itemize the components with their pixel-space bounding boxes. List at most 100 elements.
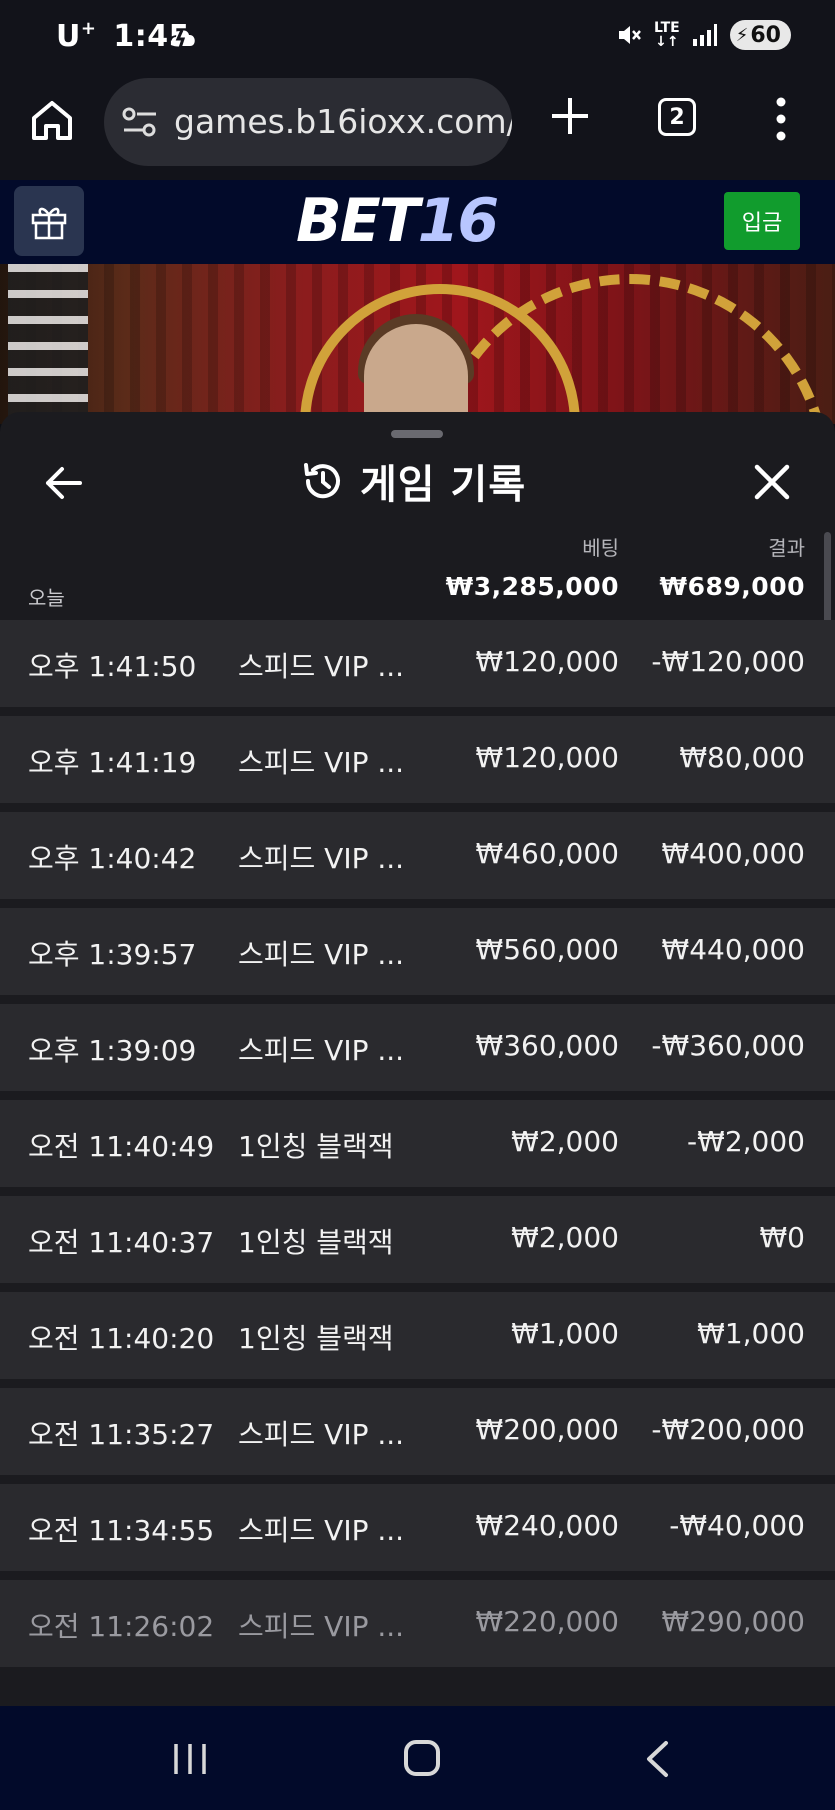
row-time: 오전 11:40:37 <box>28 1226 215 1259</box>
deposit-button[interactable]: 입금 <box>724 192 800 250</box>
carrier-sup: + <box>80 18 97 39</box>
more-vert-icon[interactable] <box>766 94 796 144</box>
row-bet: ₩220,000 <box>475 1605 619 1638</box>
sheet-title: 게임 기록 <box>360 462 527 508</box>
row-game: 스피드 VIP ... <box>238 1418 405 1451</box>
history-row[interactable]: 오후 1:41:50 스피드 VIP ... ₩120,000 -₩120,00… <box>0 620 835 707</box>
back-arrow-icon[interactable] <box>42 462 84 504</box>
charging-icon: ⚡ <box>735 24 749 46</box>
logo-part2: 16 <box>417 186 499 256</box>
row-result: -₩200,000 <box>651 1413 805 1446</box>
row-time: 오후 1:40:42 <box>28 842 197 875</box>
tab-count: 2 <box>669 104 685 130</box>
history-row[interactable]: 오전 11:40:20 1인칭 블랙잭 ₩1,000 ₩1,000 <box>0 1292 835 1379</box>
status-icons: LTE ↓↑ ⚡ 60 <box>616 20 791 50</box>
history-row[interactable]: 오전 11:40:49 1인칭 블랙잭 ₩2,000 -₩2,000 <box>0 1100 835 1187</box>
network-type: LTE ↓↑ <box>654 21 680 49</box>
row-game: 스피드 VIP ... <box>238 1034 405 1067</box>
history-row[interactable]: 오후 1:41:19 스피드 VIP ... ₩120,000 ₩80,000 <box>0 716 835 803</box>
row-time: 오후 1:41:50 <box>28 650 197 683</box>
wheel-segment-decor <box>8 264 88 424</box>
site-header: BET16 입금 <box>0 180 835 264</box>
row-time: 오후 1:41:19 <box>28 746 197 779</box>
row-bet: ₩360,000 <box>475 1029 619 1062</box>
row-bet: ₩460,000 <box>475 837 619 870</box>
row-result: ₩80,000 <box>679 741 805 774</box>
row-game: 스피드 VIP ... <box>238 650 405 683</box>
row-game: 스피드 VIP ... <box>238 1610 405 1643</box>
row-result: ₩0 <box>759 1221 806 1254</box>
history-row[interactable]: 오전 11:35:27 스피드 VIP ... ₩200,000 -₩200,0… <box>0 1388 835 1475</box>
row-bet: ₩120,000 <box>475 645 619 678</box>
site-settings-icon[interactable] <box>122 106 158 138</box>
row-bet: ₩200,000 <box>475 1413 619 1446</box>
row-time: 오전 11:40:49 <box>28 1130 215 1163</box>
row-time: 오전 11:35:27 <box>28 1418 215 1451</box>
carrier-label: U <box>56 19 81 54</box>
row-game: 스피드 VIP ... <box>238 938 405 971</box>
battery-indicator: ⚡ 60 <box>729 20 791 50</box>
row-game: 1인칭 블랙잭 <box>238 1130 394 1163</box>
close-icon[interactable] <box>752 462 792 502</box>
row-result: -₩2,000 <box>687 1125 805 1158</box>
row-game: 1인칭 블랙잭 <box>238 1226 394 1259</box>
logo-part1: BET <box>296 186 420 256</box>
site-logo[interactable]: BET16 <box>296 186 499 256</box>
result-column-header: 결과 <box>768 536 805 560</box>
status-bar: U+ 1:45 LTE ↓↑ ⚡ 60 <box>0 0 835 72</box>
row-result: ₩440,000 <box>661 933 805 966</box>
history-icon <box>304 463 340 499</box>
recent-apps-icon[interactable] <box>170 1742 210 1776</box>
row-game: 스피드 VIP ... <box>238 842 405 875</box>
game-history-sheet: 게임 기록 베팅 결과 오늘 ₩3,285,000 ₩689,000 오후 1:… <box>0 412 835 1706</box>
gift-button[interactable] <box>14 186 84 256</box>
mute-icon <box>619 26 641 44</box>
sheet-drag-handle[interactable] <box>391 430 443 438</box>
system-nav-bar <box>0 1706 835 1810</box>
total-result: ₩689,000 <box>659 572 805 601</box>
row-bet: ₩1,000 <box>511 1317 619 1350</box>
history-row[interactable]: 오후 1:40:42 스피드 VIP ... ₩460,000 ₩400,000 <box>0 812 835 899</box>
signal-icon <box>692 24 717 46</box>
back-nav-icon[interactable] <box>642 1740 672 1778</box>
history-list: 오후 1:41:50 스피드 VIP ... ₩120,000 -₩120,00… <box>0 620 835 1676</box>
row-result: ₩290,000 <box>661 1605 805 1638</box>
row-result: -₩120,000 <box>651 645 805 678</box>
live-game-background <box>0 264 835 424</box>
history-row[interactable]: 오전 11:26:02 스피드 VIP ... ₩220,000 ₩290,00… <box>0 1580 835 1667</box>
row-time: 오전 11:34:55 <box>28 1514 215 1547</box>
home-nav-icon[interactable] <box>404 1740 440 1776</box>
dealer-figure <box>364 324 468 424</box>
browser-toolbar: games.b16ioxx.com/ 2 <box>0 72 835 181</box>
row-bet: ₩120,000 <box>475 741 619 774</box>
history-row[interactable]: 오후 1:39:57 스피드 VIP ... ₩560,000 ₩440,000 <box>0 908 835 995</box>
network-label: LTE <box>654 20 680 36</box>
sync-icon <box>171 29 195 49</box>
address-bar[interactable]: games.b16ioxx.com/ <box>104 78 512 166</box>
history-row[interactable]: 오후 1:39:09 스피드 VIP ... ₩360,000 -₩360,00… <box>0 1004 835 1091</box>
total-bet: ₩3,285,000 <box>445 572 619 601</box>
tabs-button[interactable]: 2 <box>658 98 696 136</box>
row-result: ₩400,000 <box>661 837 805 870</box>
row-time: 오전 11:40:20 <box>28 1322 215 1355</box>
row-result: -₩40,000 <box>669 1509 805 1542</box>
history-row[interactable]: 오전 11:40:37 1인칭 블랙잭 ₩2,000 ₩0 <box>0 1196 835 1283</box>
url-text: games.b16ioxx.com/ <box>174 102 512 141</box>
plus-icon[interactable] <box>548 94 592 138</box>
home-icon[interactable] <box>28 96 76 144</box>
row-time: 오전 11:26:02 <box>28 1610 215 1643</box>
row-game: 1인칭 블랙잭 <box>238 1322 394 1355</box>
row-game: 스피드 VIP ... <box>238 746 405 779</box>
row-result: ₩1,000 <box>697 1317 805 1350</box>
row-bet: ₩2,000 <box>511 1125 619 1158</box>
row-result: -₩360,000 <box>651 1029 805 1062</box>
sheet-header: 게임 기록 <box>300 452 526 510</box>
row-time: 오후 1:39:09 <box>28 1034 197 1067</box>
bet-column-header: 베팅 <box>582 536 619 560</box>
history-row[interactable]: 오전 11:34:55 스피드 VIP ... ₩240,000 -₩40,00… <box>0 1484 835 1571</box>
row-bet: ₩560,000 <box>475 933 619 966</box>
gift-icon <box>31 207 67 240</box>
data-arrows-icon: ↓↑ <box>655 34 679 50</box>
battery-level: 60 <box>750 22 781 48</box>
today-label: 오늘 <box>28 586 65 610</box>
